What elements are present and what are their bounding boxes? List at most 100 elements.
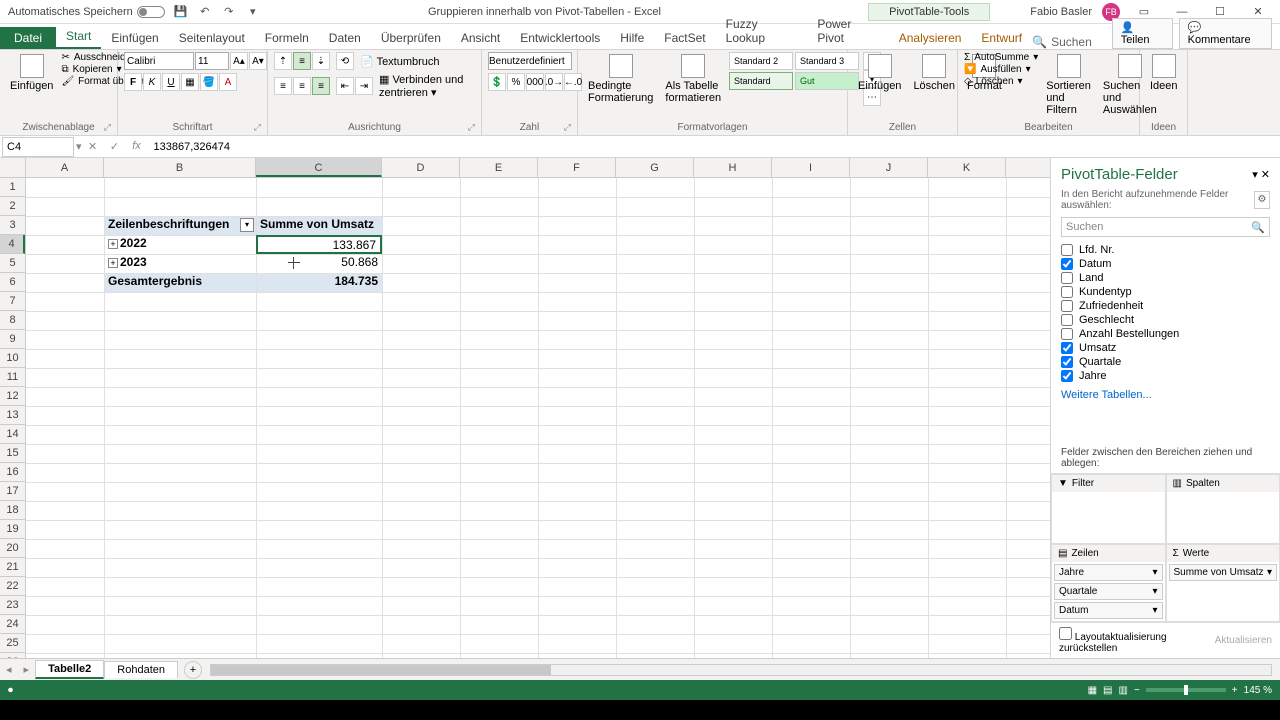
clear-button[interactable]: ◇ Löschen ▾ bbox=[964, 76, 1038, 87]
record-macro-icon[interactable]: ⏺ bbox=[8, 685, 13, 696]
row-header-9[interactable]: 9 bbox=[0, 330, 25, 349]
font-color-button[interactable]: A bbox=[219, 73, 237, 91]
tab-factset[interactable]: FactSet bbox=[654, 27, 715, 49]
field-checkbox[interactable] bbox=[1061, 286, 1073, 298]
row-header-18[interactable]: 18 bbox=[0, 501, 25, 520]
increase-indent-icon[interactable]: ⇥ bbox=[355, 77, 373, 95]
field-search-input[interactable]: Suchen 🔍 bbox=[1061, 217, 1270, 237]
tab-review[interactable]: Überprüfen bbox=[371, 27, 451, 49]
pivot-row-2023[interactable]: +2023 bbox=[104, 254, 256, 273]
font-name-select[interactable] bbox=[124, 52, 194, 70]
tab-data[interactable]: Daten bbox=[319, 27, 371, 49]
redo-icon[interactable]: ↷ bbox=[221, 4, 237, 20]
conditional-formatting-button[interactable]: Bedingte Formatierung bbox=[584, 52, 657, 106]
row-header-26[interactable]: 26 bbox=[0, 653, 25, 658]
tab-insert[interactable]: Einfügen bbox=[101, 27, 168, 49]
column-header-A[interactable]: A bbox=[26, 158, 104, 177]
horizontal-scrollbar[interactable] bbox=[210, 664, 1272, 676]
align-bottom-icon[interactable]: ⇣ bbox=[312, 52, 330, 70]
tab-developer[interactable]: Entwicklertools bbox=[510, 27, 610, 49]
paste-button[interactable]: Einfügen bbox=[6, 52, 57, 94]
delete-cells-button[interactable]: Löschen bbox=[909, 52, 959, 94]
column-header-F[interactable]: F bbox=[538, 158, 616, 177]
row-header-6[interactable]: 6 bbox=[0, 273, 25, 292]
name-box[interactable]: C4 bbox=[2, 137, 74, 157]
cancel-formula-icon[interactable]: ✕ bbox=[82, 140, 104, 153]
field-jahre[interactable]: Jahre bbox=[1061, 369, 1270, 383]
field-geschlecht[interactable]: Geschlecht bbox=[1061, 313, 1270, 327]
row-header-5[interactable]: 5 bbox=[0, 254, 25, 273]
more-tables-link[interactable]: Weitere Tabellen... bbox=[1051, 385, 1280, 405]
pivot-values-header[interactable]: Summe von Umsatz bbox=[256, 216, 382, 235]
increase-decimal-icon[interactable]: .0→ bbox=[545, 73, 563, 91]
style-standard2[interactable]: Standard 2 bbox=[729, 52, 793, 70]
field-checkbox[interactable] bbox=[1061, 314, 1073, 326]
zoom-in-icon[interactable]: + bbox=[1232, 685, 1238, 696]
gear-icon[interactable]: ⚙ bbox=[1254, 191, 1270, 209]
border-button[interactable]: ▦ bbox=[181, 73, 199, 91]
tab-view[interactable]: Ansicht bbox=[451, 27, 510, 49]
increase-font-icon[interactable]: A▴ bbox=[230, 52, 248, 70]
expand-icon[interactable]: + bbox=[108, 258, 118, 268]
row-header-25[interactable]: 25 bbox=[0, 634, 25, 653]
column-header-C[interactable]: C bbox=[256, 158, 382, 177]
column-header-B[interactable]: B bbox=[104, 158, 256, 177]
decrease-indent-icon[interactable]: ⇤ bbox=[336, 77, 354, 95]
sort-filter-button[interactable]: Sortieren und Filtern bbox=[1042, 52, 1095, 118]
orientation-icon[interactable]: ⟲ bbox=[336, 52, 354, 70]
toggle-off-icon[interactable] bbox=[137, 6, 165, 18]
column-header-K[interactable]: K bbox=[928, 158, 1006, 177]
sheet-nav-next-icon[interactable]: ▸ bbox=[18, 663, 36, 676]
row-header-14[interactable]: 14 bbox=[0, 425, 25, 444]
sheet-tab-rohdaten[interactable]: Rohdaten bbox=[104, 661, 178, 678]
tab-help[interactable]: Hilfe bbox=[610, 27, 654, 49]
dialog-launcher-icon[interactable]: ⤢ bbox=[104, 122, 111, 133]
row-field-datum[interactable]: Datum▾ bbox=[1054, 602, 1163, 619]
row-header-20[interactable]: 20 bbox=[0, 539, 25, 558]
formula-bar[interactable]: 133867,326474 bbox=[148, 141, 1280, 153]
align-top-icon[interactable]: ⇡ bbox=[274, 52, 292, 70]
row-header-23[interactable]: 23 bbox=[0, 596, 25, 615]
field-checkbox[interactable] bbox=[1061, 300, 1073, 312]
comma-format-icon[interactable]: 000 bbox=[526, 73, 544, 91]
row-header-1[interactable]: 1 bbox=[0, 178, 25, 197]
pivot-row-labels-header[interactable]: Zeilenbeschriftungen bbox=[104, 216, 256, 235]
row-field-jahre[interactable]: Jahre▾ bbox=[1054, 564, 1163, 581]
tab-powerpivot[interactable]: Power Pivot bbox=[807, 13, 888, 49]
zoom-level[interactable]: 145 % bbox=[1244, 685, 1272, 696]
row-header-19[interactable]: 19 bbox=[0, 520, 25, 539]
add-sheet-icon[interactable]: + bbox=[184, 661, 202, 679]
row-header-3[interactable]: 3 bbox=[0, 216, 25, 235]
field-checkbox[interactable] bbox=[1061, 272, 1073, 284]
field-anzahl-bestellungen[interactable]: Anzahl Bestellungen bbox=[1061, 327, 1270, 341]
share-button[interactable]: 👤 Teilen bbox=[1112, 18, 1173, 49]
merge-center-button[interactable]: ▦ Verbinden und zentrieren ▾ bbox=[379, 73, 475, 99]
align-right-icon[interactable]: ≡ bbox=[312, 77, 330, 95]
tell-me-search[interactable]: 🔍 Suchen bbox=[1032, 35, 1112, 49]
field-kundentyp[interactable]: Kundentyp bbox=[1061, 285, 1270, 299]
row-header-21[interactable]: 21 bbox=[0, 558, 25, 577]
sheet-nav-prev-icon[interactable]: ◂ bbox=[0, 663, 18, 676]
field-checkbox[interactable] bbox=[1061, 328, 1073, 340]
row-header-22[interactable]: 22 bbox=[0, 577, 25, 596]
align-middle-icon[interactable]: ≡ bbox=[293, 52, 311, 70]
row-header-17[interactable]: 17 bbox=[0, 482, 25, 501]
fill-color-button[interactable]: 🪣 bbox=[200, 73, 218, 91]
align-left-icon[interactable]: ≡ bbox=[274, 77, 292, 95]
field-quartale[interactable]: Quartale bbox=[1061, 355, 1270, 369]
filter-dropdown-icon[interactable]: ▾ bbox=[240, 218, 254, 232]
column-header-I[interactable]: I bbox=[772, 158, 850, 177]
row-header-2[interactable]: 2 bbox=[0, 197, 25, 216]
undo-icon[interactable]: ↶ bbox=[197, 4, 213, 20]
dialog-launcher-icon[interactable]: ⤢ bbox=[468, 122, 475, 133]
decrease-font-icon[interactable]: A▾ bbox=[249, 52, 267, 70]
field-datum[interactable]: Datum bbox=[1061, 257, 1270, 271]
row-header-7[interactable]: 7 bbox=[0, 292, 25, 311]
field-checkbox[interactable] bbox=[1061, 356, 1073, 368]
number-format-select[interactable] bbox=[488, 52, 572, 70]
expand-icon[interactable]: + bbox=[108, 239, 118, 249]
panel-close-icon[interactable]: ✕ bbox=[1261, 169, 1270, 181]
fill-button[interactable]: 🔽 Ausfüllen ▾ bbox=[964, 64, 1038, 75]
font-size-select[interactable] bbox=[195, 52, 229, 70]
row-field-quartale[interactable]: Quartale▾ bbox=[1054, 583, 1163, 600]
